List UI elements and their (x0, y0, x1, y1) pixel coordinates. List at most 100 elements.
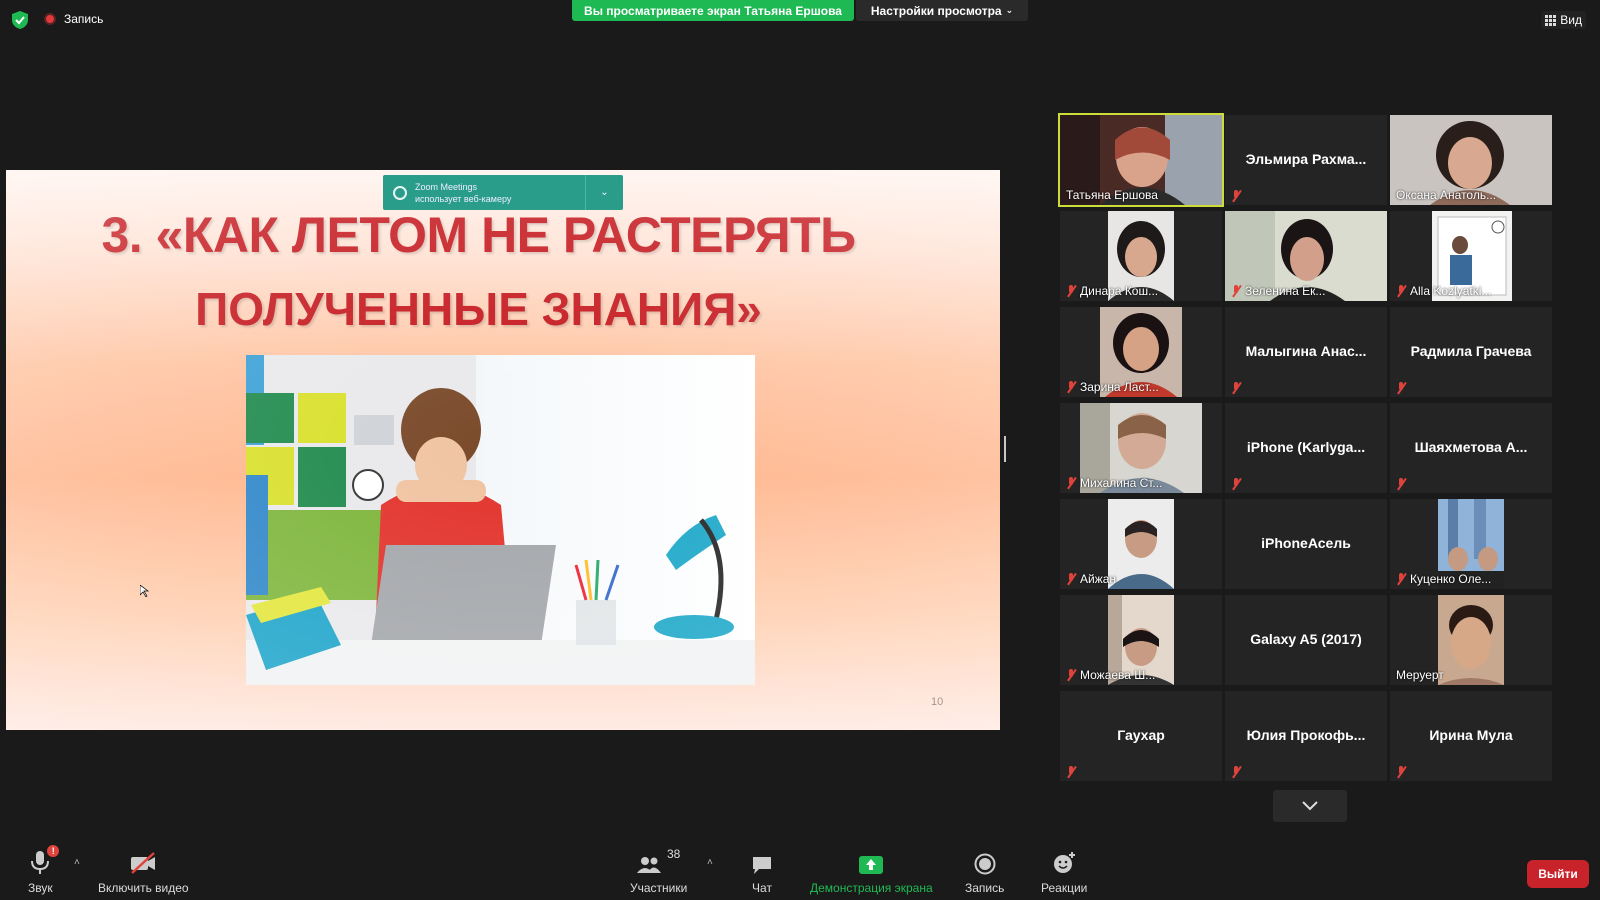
view-button[interactable]: Вид (1541, 11, 1586, 29)
audio-button[interactable]: ! Звук (28, 845, 60, 895)
security-shield-icon[interactable] (12, 11, 28, 29)
participants-icon (636, 857, 661, 873)
participant-tile[interactable]: Оксана Анатоль... (1390, 115, 1552, 205)
webcam-notification[interactable]: Zoom Meetings использует веб-камеру ⌄ (383, 175, 623, 210)
participant-tile[interactable]: Зарина Ласт... (1060, 307, 1222, 397)
participant-name: Оксана Анатоль... (1396, 188, 1497, 202)
view-options-label: Настройки просмотра (870, 3, 1002, 18)
participant-tile[interactable]: Шаяхметова А... (1390, 403, 1552, 493)
recording-dot-icon (44, 13, 56, 25)
participant-name: Юлия Прокофь... (1246, 727, 1366, 743)
participant-tile[interactable]: Юлия Прокофь... (1225, 691, 1387, 781)
notification-title: Zoom Meetings (415, 181, 478, 192)
muted-mic-icon (1066, 669, 1076, 681)
muted-mic-icon (1231, 766, 1241, 778)
participant-tile[interactable]: Михалина Ст... (1060, 403, 1222, 493)
participants-count: 38 (666, 847, 681, 861)
muted-mic-icon (1066, 766, 1076, 778)
chat-label: Чат (752, 881, 772, 895)
view-options-menu[interactable]: Настройки просмотра ⌄ (856, 0, 1028, 21)
participant-name: Шаяхметова А... (1414, 439, 1528, 455)
shared-screen[interactable]: Zoom Meetings использует веб-камеру ⌄ 3.… (6, 170, 1000, 730)
participant-name: Михалина Ст... (1080, 476, 1163, 490)
participant-tile[interactable]: iPhone (Karlyga... (1225, 403, 1387, 493)
muted-mic-icon (1231, 478, 1241, 490)
viewing-screen-banner: Вы просматриваете экран Татьяна Ершова (572, 0, 854, 21)
share-screen-button[interactable]: Демонстрация экрана (810, 847, 933, 895)
participant-tile[interactable]: Зеленина Ек... (1225, 211, 1387, 301)
slide-title-line2: ПОЛУЧЕННЫЕ ЗНАНИЯ» (195, 283, 762, 335)
record-button[interactable]: Запись (965, 847, 1004, 895)
muted-mic-icon (1396, 573, 1406, 585)
participant-tile[interactable]: Galaxy A5 (2017) (1225, 595, 1387, 685)
participants-button[interactable]: 38 Участники (630, 847, 687, 895)
muted-mic-icon (1396, 285, 1406, 297)
video-off-icon (131, 852, 156, 874)
chevron-down-icon: ⌄ (1005, 5, 1014, 15)
participant-video (1438, 595, 1504, 685)
reactions-button[interactable]: Реакции (1041, 847, 1087, 895)
participant-tile[interactable]: Радмила Грачева (1390, 307, 1552, 397)
participant-name: iPhoneАсель (1261, 535, 1351, 551)
participant-tile[interactable]: Alla Kozlyatki... (1390, 211, 1552, 301)
muted-mic-icon (1396, 382, 1406, 394)
recording-indicator[interactable]: Запись (44, 12, 103, 26)
participant-tile[interactable]: Татьяна Ершова (1058, 113, 1224, 207)
participant-name: Татьяна Ершова (1066, 188, 1158, 202)
participant-tile[interactable]: Ирина Мула (1390, 691, 1552, 781)
participant-tile[interactable]: Можаева Ш... (1060, 595, 1222, 685)
participant-name: Эльмира Рахма... (1245, 151, 1367, 167)
participant-tile[interactable]: Малыгина Анас... (1225, 307, 1387, 397)
mouse-cursor-icon (140, 585, 150, 597)
slide-page-number: 10 (931, 696, 944, 708)
participant-name: Зарина Ласт... (1080, 380, 1159, 394)
panel-resize-handle[interactable] (1004, 436, 1006, 462)
muted-mic-icon (1396, 766, 1406, 778)
participants-options-caret-icon[interactable]: ˄ (707, 857, 713, 868)
participant-tile[interactable]: Эльмира Рахма... (1225, 115, 1387, 205)
share-screen-icon (859, 856, 884, 874)
leave-meeting-button[interactable]: Выйти (1527, 860, 1589, 888)
participant-name: Динара Кош... (1080, 284, 1159, 298)
grid-icon (1545, 14, 1557, 26)
recording-label: Запись (64, 12, 104, 26)
participant-name: Ирина Мула (1429, 727, 1513, 743)
chat-icon (753, 857, 771, 874)
participant-name: Galaxy A5 (2017) (1250, 631, 1362, 647)
muted-mic-icon (1231, 190, 1241, 202)
reactions-icon (1054, 852, 1076, 873)
audio-alert-badge: ! (47, 845, 60, 857)
muted-mic-icon (1066, 285, 1076, 297)
meeting-toolbar: ! Звук ˄ Включить видео 38 Участники ˄ Ч… (0, 845, 1600, 900)
top-bar: Запись Вы просматриваете экран Татьяна Е… (0, 0, 1600, 40)
participant-tile[interactable]: Динара Кош... (1060, 211, 1222, 301)
muted-mic-icon (1066, 573, 1076, 585)
audio-label: Звук (28, 881, 53, 895)
slide-title-line1: 3. «КАК ЛЕТОМ НЕ РАСТЕРЯТЬ (101, 207, 856, 263)
start-video-label: Включить видео (98, 881, 189, 895)
share-screen-label: Демонстрация экрана (810, 881, 933, 895)
participant-tile[interactable]: Айжан (1060, 499, 1222, 589)
participant-name: Зеленина Ек... (1245, 284, 1326, 298)
gallery-next-page-button[interactable] (1273, 790, 1347, 822)
participant-name: Радмила Грачева (1410, 343, 1532, 359)
participant-video (1108, 499, 1174, 589)
participant-name: Куценко Оле... (1410, 572, 1492, 586)
participant-tile[interactable]: iPhoneАсель (1225, 499, 1387, 589)
record-label: Запись (965, 881, 1005, 895)
chat-button[interactable]: Чат (751, 847, 773, 895)
muted-mic-icon (1231, 382, 1241, 394)
participant-name: Меруерт (1396, 668, 1444, 682)
start-video-button[interactable]: Включить видео (98, 847, 189, 895)
participant-tile[interactable]: Куценко Оле... (1390, 499, 1552, 589)
webcam-icon (393, 185, 407, 200)
muted-mic-icon (1066, 381, 1076, 393)
notification-chevron-icon[interactable]: ⌄ (585, 175, 623, 210)
participant-tile[interactable]: Меруерт (1390, 595, 1552, 685)
participant-tile[interactable]: Гаухар (1060, 691, 1222, 781)
participant-name: iPhone (Karlyga... (1246, 439, 1366, 455)
audio-options-caret-icon[interactable]: ˄ (74, 857, 80, 868)
reactions-label: Реакции (1041, 881, 1088, 895)
participant-name: Можаева Ш... (1080, 668, 1156, 682)
participant-name: Гаухар (1117, 727, 1165, 743)
